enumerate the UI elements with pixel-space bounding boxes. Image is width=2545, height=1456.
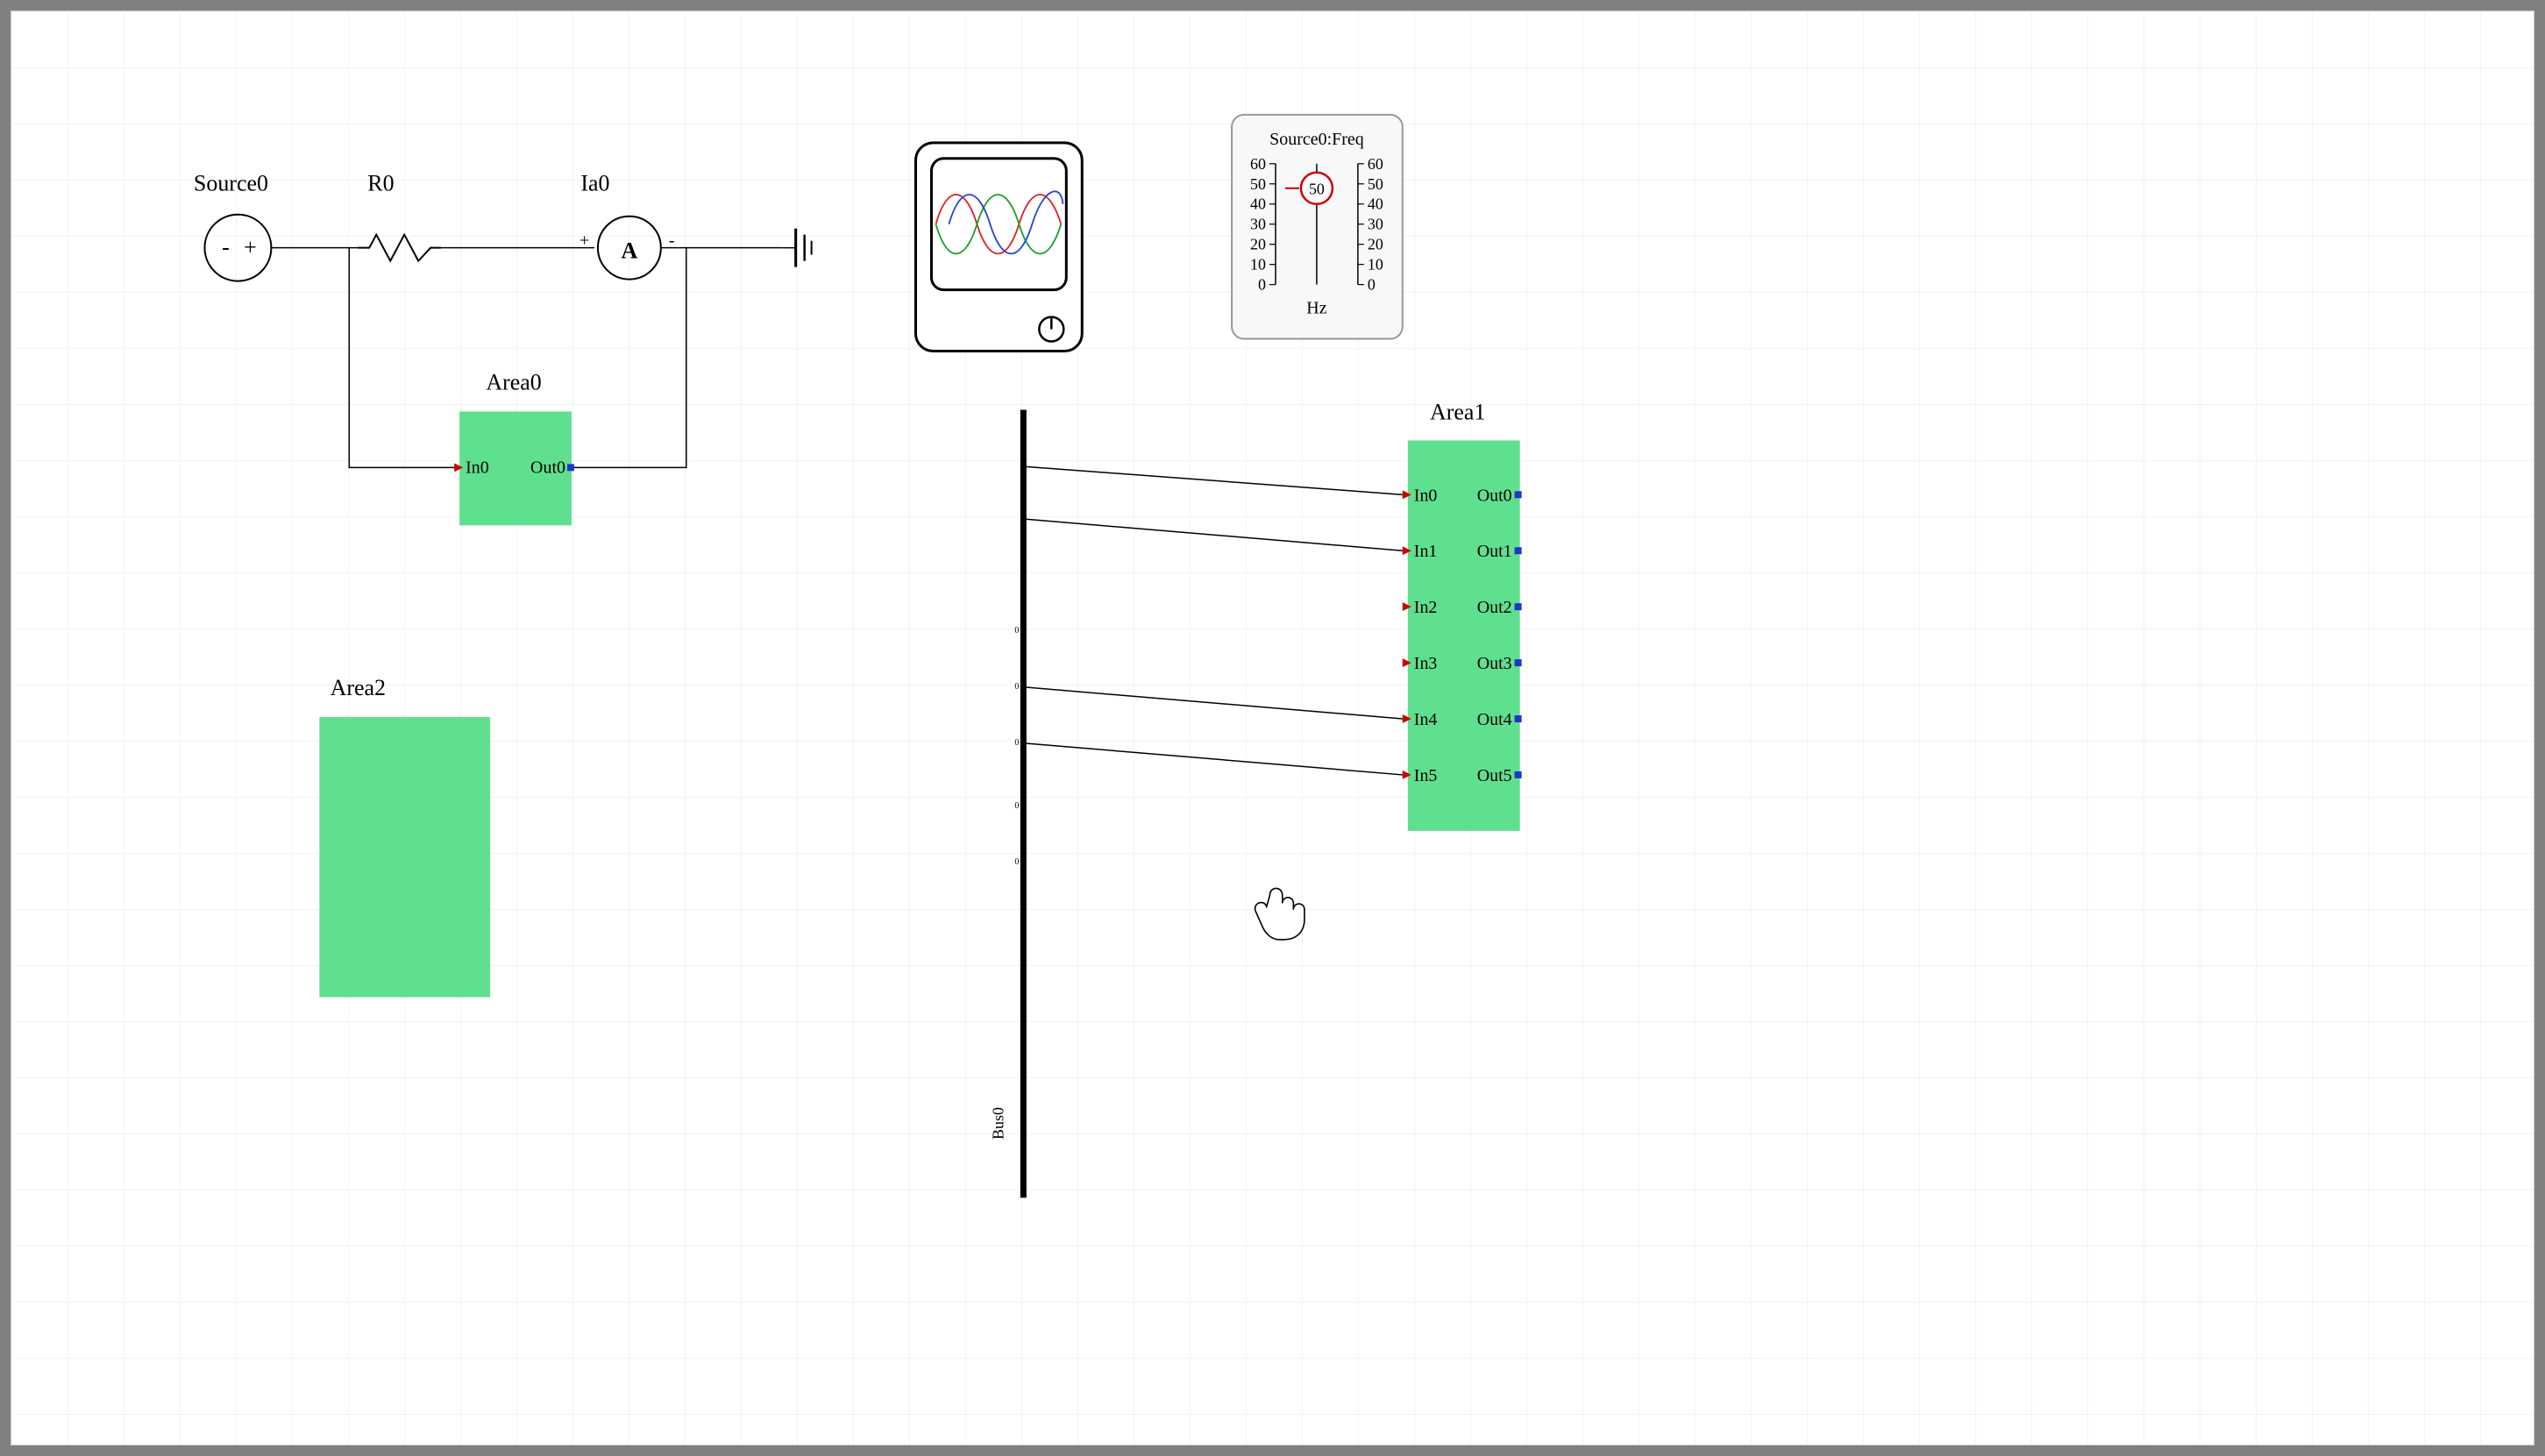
slider-unit: Hz [1306,299,1326,318]
resistor-zigzag [358,235,441,261]
area1-label: Area1 [1430,399,1485,424]
wire-bus-in1 [1026,519,1402,550]
area1-out5-label: Out5 [1477,766,1512,785]
area1-out0-label: Out0 [1477,486,1512,505]
slider-scale-right-30: 30 [1368,216,1383,233]
area1-out5-port[interactable] [1515,771,1522,778]
bus-tick-1: 0 [1014,626,1019,636]
area1-in4-label: In4 [1414,710,1438,729]
bus-tick-5: 0 [1014,857,1019,867]
slider-scale-left-60: 60 [1250,155,1266,173]
area1-out3-label: Out3 [1477,654,1512,673]
source-minus: - [222,235,230,260]
wire-tap-left [349,248,459,468]
area1-in1-label: In1 [1414,542,1438,561]
component-ammeter[interactable]: Ia0 + A - [579,171,675,280]
bus-tick-2: 0 [1014,682,1019,692]
area0-in0-label: In0 [466,458,489,477]
ammeter-label: Ia0 [580,171,609,196]
block-area1[interactable]: Area1 In0 Out0 In1 Out1 In2 Out2 In3 Out… [1403,399,1522,830]
ammeter-plus: + [579,231,589,251]
resistor-label: R0 [367,171,394,196]
area2-label: Area2 [331,675,386,700]
source-plus: + [244,235,257,260]
slider-scale-right-20: 20 [1368,236,1383,253]
diagram-svg[interactable]: Source0 - + R0 Ia0 + A - Area0 In0 [11,11,2534,1445]
wire-bus-in0 [1026,466,1402,494]
slider-title: Source0:Freq [1269,130,1364,149]
source-label: Source0 [194,171,268,196]
area1-out2-label: Out2 [1477,598,1512,617]
slider-scale-right-0: 0 [1368,276,1376,294]
component-slider[interactable]: Source0:Freq 60 50 40 30 20 10 0 [1232,115,1403,339]
slider-scale-right-60: 60 [1368,155,1383,173]
component-bus[interactable]: 0 0 0 0 0 Bus0 [989,409,1023,1197]
area0-label: Area0 [486,369,541,394]
area1-out4-label: Out4 [1477,710,1512,729]
slider-scale-right-50: 50 [1368,175,1383,193]
area1-out4-port[interactable] [1515,715,1522,722]
block-area2[interactable]: Area2 [319,675,490,998]
area1-out0-port[interactable] [1515,491,1522,498]
canvas[interactable]: Source0 - + R0 Ia0 + A - Area0 In0 [11,11,2534,1445]
area1-in3-label: In3 [1414,654,1438,673]
component-source[interactable]: Source0 - + [194,171,271,281]
area2-rect [319,717,490,998]
cursor-hand-icon [1255,888,1304,939]
area1-in0-label: In0 [1414,486,1438,505]
block-area0[interactable]: Area0 In0 Out0 [454,369,574,525]
ammeter-symbol: A [622,238,638,264]
area0-out0-label: Out0 [530,458,565,477]
bus-tick-3: 0 [1014,738,1019,748]
area1-out1-port[interactable] [1515,547,1522,554]
wire-bus-in4 [1026,687,1402,719]
slider-scale-right-40: 40 [1368,195,1383,213]
slider-scale-left-20: 20 [1250,236,1266,253]
area1-out1-label: Out1 [1477,542,1512,561]
wire-bus-in5 [1026,743,1402,775]
scope-screen [931,159,1066,290]
area0-out0-port[interactable] [567,464,574,471]
wire-tap-right [572,248,686,468]
slider-scale-left-40: 40 [1250,195,1266,213]
bus-tick-4: 0 [1014,801,1019,811]
area1-in5-label: In5 [1414,766,1438,785]
bus-label: Bus0 [989,1107,1006,1140]
area1-out3-port[interactable] [1515,659,1522,666]
source-circle [204,215,271,281]
component-ground[interactable] [783,229,812,267]
slider-scale-left-30: 30 [1250,216,1266,233]
slider-scale-left-0: 0 [1258,276,1266,294]
slider-scale-left-10: 10 [1250,256,1266,273]
component-resistor[interactable]: R0 [358,171,441,261]
slider-value: 50 [1309,181,1325,198]
area1-in2-label: In2 [1414,598,1438,617]
area1-out2-port[interactable] [1515,603,1522,610]
slider-scale-left-50: 50 [1250,175,1266,193]
slider-scale-right-10: 10 [1368,256,1383,273]
component-oscilloscope[interactable] [915,143,1082,352]
